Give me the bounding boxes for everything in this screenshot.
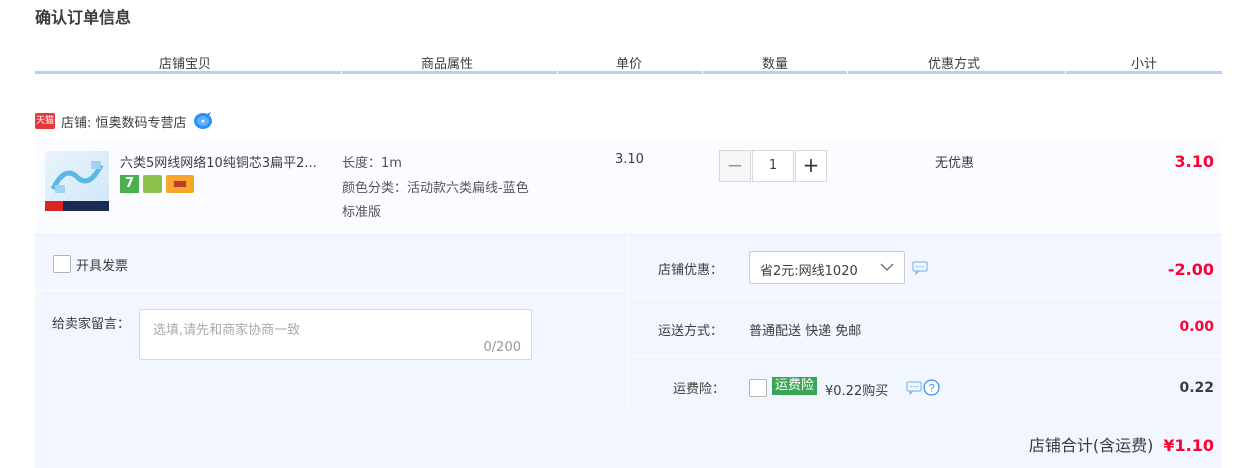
decrease-qty-button[interactable]: − — [719, 150, 751, 182]
col-discount: 优惠方式 — [928, 57, 981, 72]
tmall-badge: 天猫 — [35, 113, 55, 129]
shop-name[interactable]: 店铺: 恒奥数码专营店 — [61, 112, 187, 131]
col-attributes: 商品属性 — [421, 57, 474, 72]
shipping-method: 普通配送 快递 免邮 — [749, 324, 862, 339]
right-options: 店铺优惠： 省2元:网线1020 -2.00 运送方式： 普通配送 快递 免邮 … — [629, 235, 1222, 409]
col-quantity: 数量 — [762, 57, 789, 72]
product-thumbnail[interactable] — [45, 151, 109, 211]
quantity-stepper: − 1 + — [719, 150, 827, 182]
message-placeholder: 选填,请先和商家协商一致 — [153, 323, 301, 338]
store-discount-label: 店铺优惠： — [658, 263, 724, 278]
item-subtotal: 3.10 — [1174, 152, 1214, 171]
help-icon[interactable]: ? — [923, 379, 940, 396]
service-badges: 7 — [120, 175, 194, 193]
col-subtotal: 小计 — [1131, 57, 1158, 72]
store-discount-selected: 省2元:网线1020 — [760, 264, 858, 279]
store-total: 店铺合计(含运费) ¥1.10 — [1029, 432, 1214, 456]
store-total-value: ¥1.10 — [1163, 436, 1214, 455]
item-discount: 无优惠 — [935, 156, 975, 171]
message-counter: 0/200 — [483, 340, 521, 355]
page-title: 确认订单信息 — [35, 8, 132, 27]
shop-line: 天猫 店铺: 恒奥数码专营店 — [35, 111, 213, 131]
store-total-label: 店铺合计(含运费) — [1028, 436, 1154, 455]
insurance-label: 运费险： — [673, 382, 726, 397]
insurance-price: ¥0.22购买 — [825, 384, 889, 399]
col-unit-price: 单价 — [616, 57, 643, 72]
seller-message-input[interactable]: 选填,请先和商家协商一致 0/200 — [139, 309, 532, 360]
invoice-row: 开具发票 — [35, 235, 628, 291]
shipping-label: 运送方式： — [658, 324, 724, 339]
store-discount-value: -2.00 — [1167, 260, 1214, 279]
seven-day-return-icon[interactable]: 7 — [120, 175, 139, 193]
attr-color: 颜色分类：活动款六类扁线-蓝色 — [342, 181, 529, 196]
chat-icon[interactable] — [912, 261, 928, 275]
col-shop-item: 店铺宝贝 — [159, 57, 212, 72]
message-label: 给卖家留言： — [52, 317, 131, 332]
store-discount-row: 店铺优惠： 省2元:网线1020 -2.00 — [629, 235, 1222, 298]
left-options: 开具发票 给卖家留言： 选填,请先和商家协商一致 0/200 — [35, 235, 628, 409]
order-options-panel: 开具发票 给卖家留言： 选填,请先和商家协商一致 0/200 店铺优惠： 省2元… — [35, 235, 1222, 468]
shipping-row: 运送方式： 普通配送 快递 免邮 0.00 — [629, 298, 1222, 357]
quantity-input[interactable]: 1 — [752, 150, 794, 182]
chevron-down-icon — [880, 263, 894, 271]
cart-item-row: 六类5网线网络10纯铜芯3扁平2... 7 长度：1m 颜色分类：活动款六类扁线… — [35, 138, 1222, 235]
product-title[interactable]: 六类5网线网络10纯铜芯3扁平2... — [120, 152, 340, 171]
attr-length: 长度：1m — [342, 156, 402, 171]
chat-icon[interactable] — [906, 381, 922, 395]
store-discount-select[interactable]: 省2元:网线1020 — [749, 251, 905, 284]
shipping-value: 0.00 — [1179, 319, 1214, 335]
wangwang-chat-icon[interactable] — [193, 112, 213, 130]
insurance-checkbox[interactable] — [749, 379, 767, 397]
svg-text:?: ? — [928, 383, 934, 395]
attr-version: 标准版 — [342, 205, 382, 220]
increase-qty-button[interactable]: + — [795, 150, 827, 182]
invoice-label: 开具发票 — [76, 259, 129, 274]
credit-card-icon[interactable] — [166, 175, 194, 193]
insurance-value: 0.22 — [1179, 380, 1214, 396]
invoice-checkbox[interactable] — [53, 255, 71, 273]
column-header: 店铺宝贝 商品属性 单价 数量 优惠方式 小计 — [35, 50, 1222, 74]
consumer-protection-icon[interactable] — [143, 175, 162, 193]
unit-price: 3.10 — [615, 152, 644, 167]
insurance-tag: 运费险 — [772, 377, 818, 395]
